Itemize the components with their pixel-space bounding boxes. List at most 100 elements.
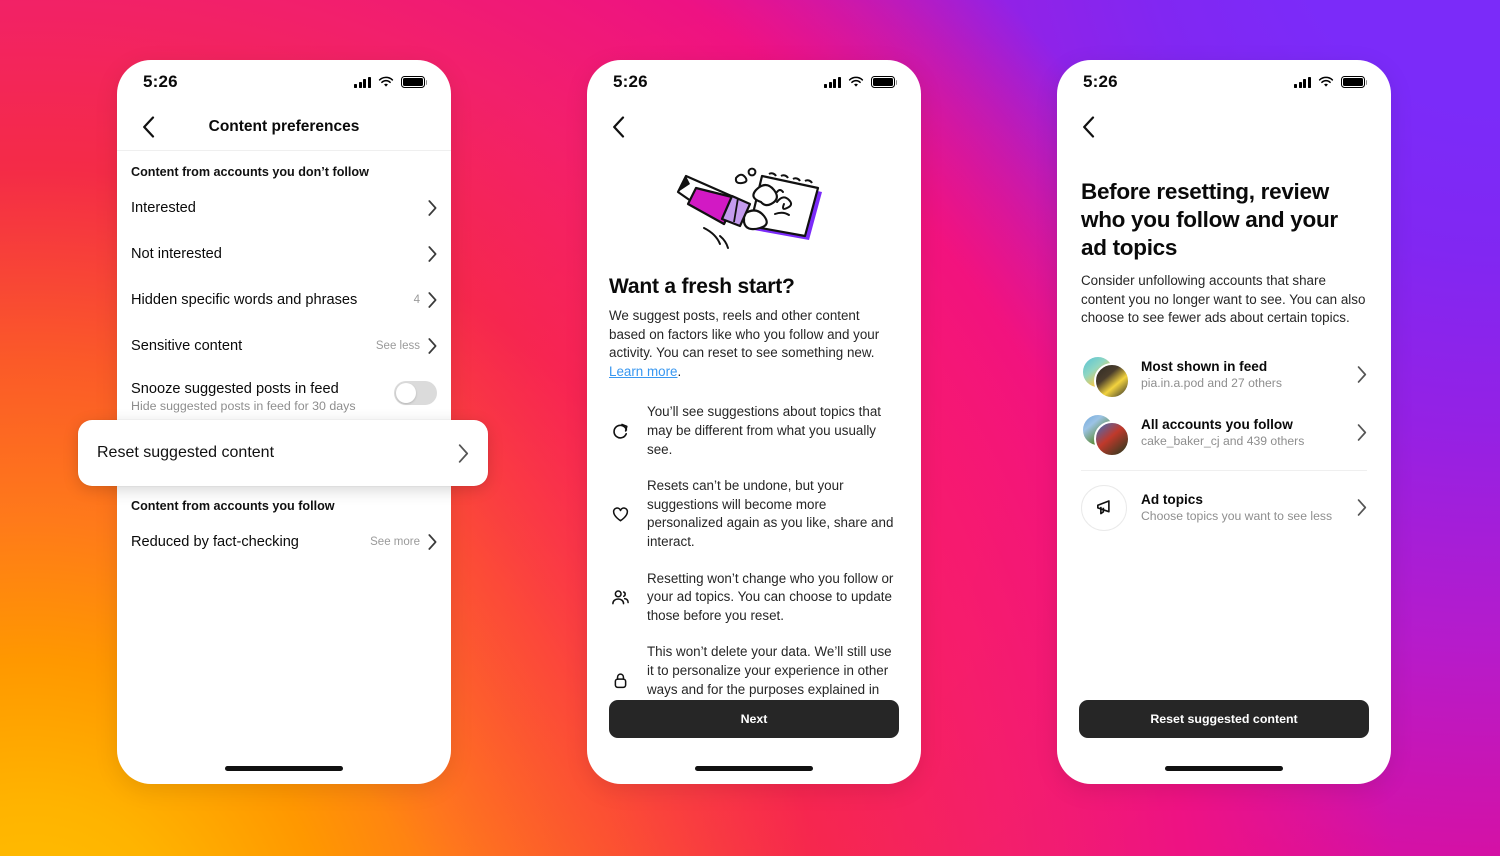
snooze-toggle[interactable] xyxy=(394,381,437,405)
chevron-right-icon xyxy=(458,443,469,463)
list-item-label: Reduced by fact-checking xyxy=(131,534,299,550)
signal-bars-icon xyxy=(1294,76,1311,88)
list-item-subtitle: pia.in.a.pod and 27 others xyxy=(1141,376,1282,391)
status-bar-time: 5:26 xyxy=(613,72,648,91)
back-button[interactable] xyxy=(601,110,635,144)
nav-bar xyxy=(1057,104,1391,150)
reset-suggested-content-card[interactable]: Reset suggested content xyxy=(78,420,488,486)
user-avatar-stack xyxy=(1081,354,1130,399)
list-item-all-accounts-you-follow[interactable]: All accounts you follow cake_baker_cj an… xyxy=(1081,404,1367,462)
battery-icon xyxy=(871,76,898,88)
bullet-refresh: You’ll see suggestions about topics that… xyxy=(609,403,899,459)
review-account-list: Most shown in feed pia.in.a.pod and 27 o… xyxy=(1081,346,1367,537)
reset-suggested-content-label: Reset suggested content xyxy=(97,444,275,461)
status-bar: 5:26 xyxy=(117,60,451,104)
section-header-dont-follow: Content from accounts you don’t follow xyxy=(131,165,369,179)
list-item-value: See more xyxy=(370,536,420,548)
home-indicator xyxy=(225,766,343,771)
list-item-label: Interested xyxy=(131,200,196,216)
section-header-you-follow: Content from accounts you follow xyxy=(131,499,335,513)
refresh-icon xyxy=(609,422,631,441)
reset-info-bullets: You’ll see suggestions about topics that… xyxy=(609,403,899,717)
back-button[interactable] xyxy=(1071,110,1105,144)
back-button[interactable] xyxy=(131,110,165,144)
fresh-start-title: Want a fresh start? xyxy=(609,275,795,298)
review-title: Before resetting, review who you follow … xyxy=(1081,179,1338,260)
chevron-right-icon xyxy=(1357,366,1367,384)
megaphone-icon xyxy=(1081,484,1127,531)
home-indicator xyxy=(1165,766,1283,771)
list-item-hidden-words[interactable]: Hidden specific words and phrases 4 xyxy=(117,277,451,323)
status-bar-icons xyxy=(1294,76,1368,88)
divider xyxy=(1081,469,1367,471)
list-item-count: 4 xyxy=(413,294,420,306)
user-avatar-stack xyxy=(1081,412,1130,457)
avatar xyxy=(1094,362,1130,399)
chevron-right-icon xyxy=(428,200,437,216)
status-bar-time: 5:26 xyxy=(143,72,178,91)
phone-screen-review-before-reset: 5:26 Before resetting, review who you fo… xyxy=(1057,60,1391,784)
list-item-sensitive-content[interactable]: Sensitive content See less xyxy=(117,323,451,369)
list-item-most-shown-in-feed[interactable]: Most shown in feed pia.in.a.pod and 27 o… xyxy=(1081,346,1367,404)
phone-screen-fresh-start: 5:26 Want a fresh start? We suggest post… xyxy=(587,60,921,784)
list-item-title: All accounts you follow xyxy=(1141,417,1293,433)
review-content: Before resetting, review who you follow … xyxy=(1057,178,1391,537)
wifi-icon xyxy=(1318,76,1334,87)
bullet-text: Resetting won’t change who you follow or… xyxy=(647,570,894,623)
signal-bars-icon xyxy=(354,76,371,88)
list-item-text: All accounts you follow cake_baker_cj an… xyxy=(1141,417,1357,448)
bullet-text: You’ll see suggestions about topics that… xyxy=(647,404,882,457)
list-item-interested[interactable]: Interested xyxy=(117,185,451,231)
list-item-ad-topics[interactable]: Ad topics Choose topics you want to see … xyxy=(1081,479,1367,537)
battery-icon xyxy=(1341,76,1368,88)
wifi-icon xyxy=(848,76,864,87)
status-bar: 5:26 xyxy=(587,60,921,104)
chevron-right-icon xyxy=(428,338,437,354)
status-bar-icons xyxy=(824,76,898,88)
heart-icon xyxy=(609,505,631,524)
snooze-label: Snooze suggested posts in feed xyxy=(131,381,339,397)
chevron-right-icon xyxy=(428,534,437,550)
chevron-right-icon xyxy=(1357,424,1367,442)
pencil-erasing-notepad-illustration xyxy=(587,162,921,257)
list-item-not-interested[interactable]: Not interested xyxy=(117,231,451,277)
status-bar-icons xyxy=(354,76,428,88)
list-item-title: Ad topics xyxy=(1141,492,1203,508)
chevron-left-icon xyxy=(142,116,154,138)
list-item-title: Most shown in feed xyxy=(1141,359,1268,375)
list-item-reduced-by-fact-checking[interactable]: Reduced by fact-checking See more xyxy=(117,519,451,565)
list-item-label: Sensitive content xyxy=(131,338,243,354)
chevron-right-icon xyxy=(428,292,437,308)
fresh-start-body-text: We suggest posts, reels and other conten… xyxy=(609,308,880,361)
list-item-label: Not interested xyxy=(131,246,222,262)
fresh-start-body: We suggest posts, reels and other conten… xyxy=(609,307,899,381)
nav-bar xyxy=(587,104,921,150)
chevron-left-icon xyxy=(612,116,624,138)
next-button[interactable]: Next xyxy=(609,700,899,738)
list-item-label: Hidden specific words and phrases xyxy=(131,292,358,308)
page-title: Content preferences xyxy=(208,118,360,135)
fresh-start-content: Want a fresh start? We suggest posts, re… xyxy=(587,275,921,718)
status-bar-time: 5:26 xyxy=(1083,72,1118,91)
snooze-sublabel: Hide suggested posts in feed for 30 days xyxy=(131,399,356,413)
avatar xyxy=(1094,420,1130,457)
list-item-subtitle: Choose topics you want to see less xyxy=(1141,509,1333,524)
reset-suggested-content-button[interactable]: Reset suggested content xyxy=(1079,700,1369,738)
review-body: Consider unfollowing accounts that share… xyxy=(1081,273,1366,326)
wifi-icon xyxy=(378,76,394,87)
bullet-people: Resetting won’t change who you follow or… xyxy=(609,570,899,626)
home-indicator xyxy=(695,766,813,771)
battery-icon xyxy=(401,76,428,88)
body-suffix: . xyxy=(677,363,682,379)
people-icon xyxy=(609,588,631,607)
bullet-text: Resets can’t be undone, but your suggest… xyxy=(647,478,894,549)
signal-bars-icon xyxy=(824,76,841,88)
content-preferences-list: Content from accounts you don’t follow I… xyxy=(117,151,451,565)
learn-more-link[interactable]: Learn more xyxy=(609,364,677,379)
chevron-left-icon xyxy=(1082,116,1094,138)
list-item-snooze-suggested-posts[interactable]: Snooze suggested posts in feed Hide sugg… xyxy=(117,369,451,419)
list-item-value: See less xyxy=(375,340,420,352)
chevron-right-icon xyxy=(1357,499,1367,517)
list-item-text: Ad topics Choose topics you want to see … xyxy=(1141,492,1357,523)
status-bar: 5:26 xyxy=(1057,60,1391,104)
